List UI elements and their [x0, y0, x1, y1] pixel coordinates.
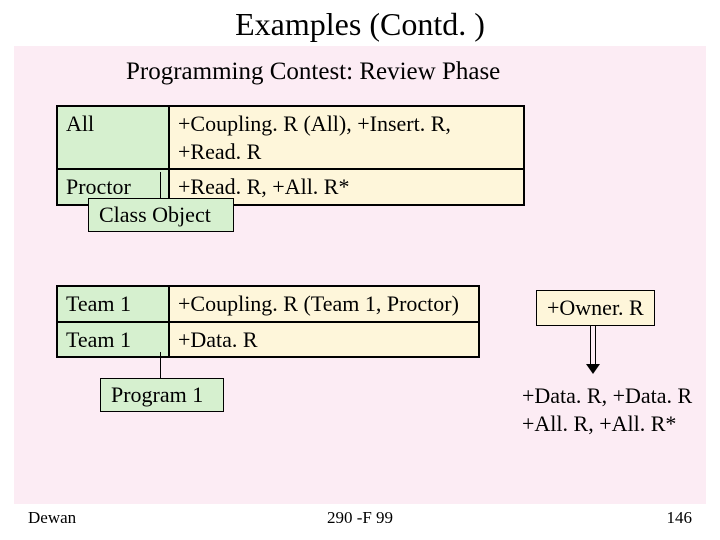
- table-row: All +Coupling. R (All), +Insert. R, +Rea…: [57, 106, 524, 169]
- annotation-line: +Data. R, +Data. R: [522, 382, 692, 410]
- program-tag: Program 1: [100, 378, 224, 412]
- arrow-down-icon: [586, 326, 600, 374]
- annotation-text: +Data. R, +Data. R +All. R, +All. R*: [522, 382, 692, 437]
- permissions-cell: +Coupling. R (Team 1, Proctor): [169, 286, 479, 322]
- class-object-tag: Class Object: [88, 198, 234, 232]
- table-row: Team 1 +Data. R: [57, 322, 479, 358]
- permissions-table-1: All +Coupling. R (All), +Insert. R, +Rea…: [56, 105, 525, 206]
- slide-subtitle: Programming Contest: Review Phase: [126, 58, 500, 86]
- role-cell: Team 1: [57, 286, 169, 322]
- footer-author: Dewan: [28, 508, 76, 528]
- permissions-table-2: Team 1 +Coupling. R (Team 1, Proctor) Te…: [56, 285, 480, 358]
- connector-line: [160, 172, 161, 198]
- role-cell: Team 1: [57, 322, 169, 358]
- footer-course: 290 -F 99: [327, 508, 393, 528]
- footer-page-number: 146: [667, 508, 693, 528]
- table-row: Team 1 +Coupling. R (Team 1, Proctor): [57, 286, 479, 322]
- connector-line: [160, 352, 161, 378]
- annotation-line: +All. R, +All. R*: [522, 410, 692, 438]
- slide-title: Examples (Contd. ): [0, 0, 720, 47]
- role-cell: All: [57, 106, 169, 169]
- owner-permission-box: +Owner. R: [536, 290, 655, 326]
- permissions-cell: +Coupling. R (All), +Insert. R, +Read. R: [169, 106, 524, 169]
- permissions-cell: +Data. R: [169, 322, 479, 358]
